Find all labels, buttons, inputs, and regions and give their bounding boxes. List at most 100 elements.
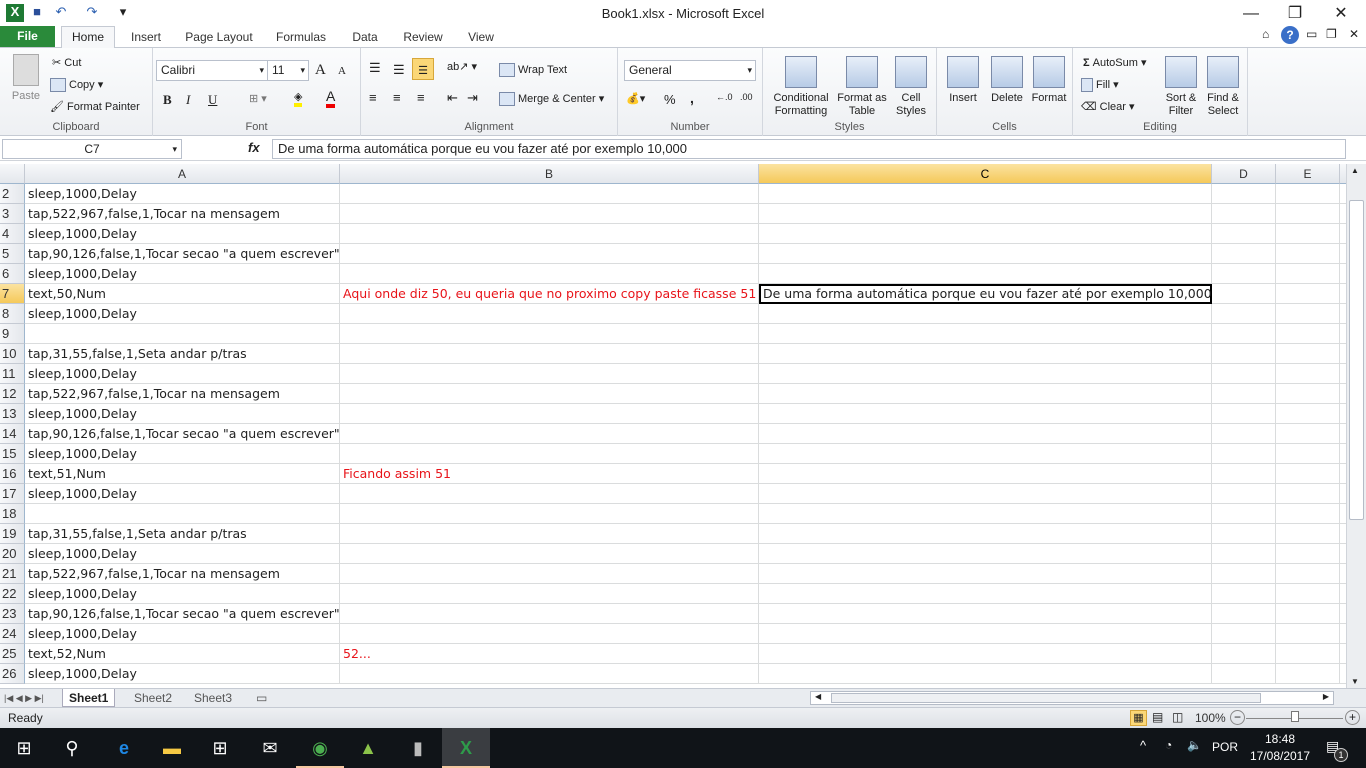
cell-e24[interactable] [1276, 624, 1340, 644]
row-header[interactable]: 24 [0, 624, 25, 644]
cell-c13[interactable] [759, 404, 1212, 424]
cell-b10[interactable] [340, 344, 759, 364]
cell-b9[interactable] [340, 324, 759, 344]
cell-c18[interactable] [759, 504, 1212, 524]
increase-indent-button[interactable]: ⇥ [467, 90, 478, 106]
workbook-restore-icon[interactable]: ❐ [1326, 27, 1337, 41]
minimize-button[interactable]: — [1228, 2, 1274, 26]
cell-a9[interactable] [25, 324, 340, 344]
cell-e3[interactable] [1276, 204, 1340, 224]
row-header[interactable]: 22 [0, 584, 25, 604]
customize-quick-access-icon[interactable]: ▾ [114, 4, 132, 22]
page-break-view-button[interactable]: ◫ [1172, 710, 1183, 724]
page-layout-view-button[interactable]: ▤ [1152, 710, 1163, 724]
format-painter-button[interactable]: 🖌 Format Painter [50, 100, 140, 113]
cell-d6[interactable] [1212, 264, 1276, 284]
cell-d10[interactable] [1212, 344, 1276, 364]
cell-b11[interactable] [340, 364, 759, 384]
cell-d4[interactable] [1212, 224, 1276, 244]
cell-a14[interactable]: tap,90,126,false,1,Tocar secao "a quem e… [25, 424, 340, 444]
cell-e17[interactable] [1276, 484, 1340, 504]
row-header[interactable]: 20 [0, 544, 25, 564]
cell-d14[interactable] [1212, 424, 1276, 444]
language-indicator[interactable]: POR [1212, 740, 1238, 754]
row-header[interactable]: 15 [0, 444, 25, 464]
sheet-nav-buttons[interactable]: |◀ ◀ ▶ ▶| [2, 689, 46, 707]
close-button[interactable]: ✕ [1318, 2, 1364, 26]
cell-e2[interactable] [1276, 184, 1340, 204]
cell-styles-button[interactable]: Cell Styles [889, 56, 933, 118]
column-header-a[interactable]: A [25, 164, 340, 184]
cell-e8[interactable] [1276, 304, 1340, 324]
cell-b12[interactable] [340, 384, 759, 404]
cell-c8[interactable] [759, 304, 1212, 324]
find-select-button[interactable]: Find & Select [1201, 56, 1245, 118]
cell-c14[interactable] [759, 424, 1212, 444]
excel-taskbar-icon[interactable]: X [442, 728, 490, 768]
cell-a10[interactable]: tap,31,55,false,1,Seta andar p/tras [25, 344, 340, 364]
comma-button[interactable]: , [690, 90, 694, 106]
cell-e22[interactable] [1276, 584, 1340, 604]
select-all-button[interactable] [0, 164, 25, 184]
percent-button[interactable]: % [664, 92, 676, 107]
sheet-tab-sheet3[interactable]: Sheet3 [188, 689, 238, 707]
cell-e19[interactable] [1276, 524, 1340, 544]
cell-b26[interactable] [340, 664, 759, 684]
cell-a23[interactable]: tap,90,126,false,1,Tocar secao "a quem e… [25, 604, 340, 624]
zoom-level[interactable]: 100% [1195, 711, 1226, 725]
spreadsheet-grid[interactable]: A B C D E 2 sleep,1000,Delay 3 tap,522,967,… [0, 164, 1346, 684]
row-header[interactable]: 5 [0, 244, 25, 264]
paste-button[interactable]: Paste [6, 54, 46, 103]
column-header-b[interactable]: B [340, 164, 759, 184]
cell-e9[interactable] [1276, 324, 1340, 344]
row-header[interactable]: 11 [0, 364, 25, 384]
align-left-button[interactable]: ≡ [369, 90, 377, 105]
cell-c9[interactable] [759, 324, 1212, 344]
scroll-right-icon[interactable]: ▶ [1323, 692, 1329, 701]
cell-b25[interactable]: 52... [340, 644, 759, 664]
cell-b23[interactable] [340, 604, 759, 624]
cell-d13[interactable] [1212, 404, 1276, 424]
italic-button[interactable]: I [186, 92, 190, 108]
cell-a12[interactable]: tap,522,967,false,1,Tocar na mensagem [25, 384, 340, 404]
row-header[interactable]: 13 [0, 404, 25, 424]
cell-c17[interactable] [759, 484, 1212, 504]
fill-button[interactable]: Fill ▾ [1081, 78, 1119, 93]
cell-e5[interactable] [1276, 244, 1340, 264]
cell-e13[interactable] [1276, 404, 1340, 424]
align-top-button[interactable]: ☰ [369, 60, 381, 76]
cell-a18[interactable] [25, 504, 340, 524]
cell-e26[interactable] [1276, 664, 1340, 684]
tab-view[interactable]: View [460, 27, 502, 47]
cell-e12[interactable] [1276, 384, 1340, 404]
name-box[interactable]: C7 ▾ [2, 139, 182, 159]
cell-a11[interactable]: sleep,1000,Delay [25, 364, 340, 384]
cell-d26[interactable] [1212, 664, 1276, 684]
cell-a2[interactable]: sleep,1000,Delay [25, 184, 340, 204]
grow-font-button[interactable]: A [315, 62, 326, 79]
cell-c20[interactable] [759, 544, 1212, 564]
zoom-out-button[interactable]: − [1230, 710, 1245, 725]
store-icon[interactable]: ⊞ [196, 728, 244, 768]
cell-b20[interactable] [340, 544, 759, 564]
cell-d3[interactable] [1212, 204, 1276, 224]
minimize-ribbon-icon[interactable]: ⌂ [1262, 27, 1269, 41]
row-header[interactable]: 23 [0, 604, 25, 624]
cell-d20[interactable] [1212, 544, 1276, 564]
cell-b18[interactable] [340, 504, 759, 524]
scroll-left-icon[interactable]: ◀ [815, 692, 821, 701]
align-bottom-button[interactable]: ☰ [412, 58, 434, 80]
cell-e18[interactable] [1276, 504, 1340, 524]
sort-filter-button[interactable]: Sort & Filter [1159, 56, 1203, 118]
cell-a21[interactable]: tap,522,967,false,1,Tocar na mensagem [25, 564, 340, 584]
cell-a19[interactable]: tap,31,55,false,1,Seta andar p/tras [25, 524, 340, 544]
orientation-button[interactable]: ab↗ ▾ [447, 60, 477, 73]
cell-c3[interactable] [759, 204, 1212, 224]
cell-c16[interactable] [759, 464, 1212, 484]
cell-d21[interactable] [1212, 564, 1276, 584]
app-icon[interactable]: ▮ [394, 728, 442, 768]
cell-d8[interactable] [1212, 304, 1276, 324]
android-studio-icon[interactable]: ▲ [344, 728, 392, 768]
cell-c19[interactable] [759, 524, 1212, 544]
cell-e4[interactable] [1276, 224, 1340, 244]
